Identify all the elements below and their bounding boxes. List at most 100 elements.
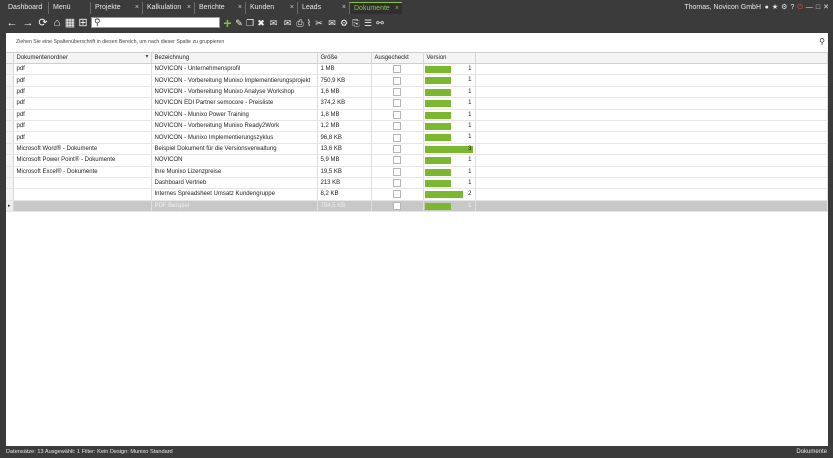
row-indicator[interactable]: ▸ bbox=[6, 200, 14, 213]
row-indicator[interactable] bbox=[6, 109, 14, 121]
table-row[interactable]: Dashboard Vertrieb 213 KB 1 bbox=[6, 177, 828, 190]
tab-berichte[interactable]: Berichte × bbox=[194, 2, 245, 14]
checked-out-checkbox[interactable] bbox=[393, 167, 401, 176]
column-header-checked-out[interactable]: Ausgecheckt bbox=[371, 52, 424, 64]
cut-icon[interactable]: ✂ bbox=[314, 16, 324, 30]
row-indicator[interactable] bbox=[6, 120, 14, 133]
column-header-size[interactable]: Größe bbox=[317, 52, 372, 64]
link-icon[interactable]: ⚯ bbox=[375, 16, 385, 30]
table-row[interactable]: pdf NOVICON - Unternehmensprofil 1 MB 1 bbox=[6, 63, 828, 76]
table-row[interactable]: pdf NOVICON - Munixo Implementierungszykl… bbox=[6, 131, 828, 144]
gear-icon[interactable]: ⚙ bbox=[781, 2, 787, 14]
checked-out-checkbox[interactable] bbox=[393, 156, 401, 165]
delete-icon[interactable]: ✖ bbox=[256, 16, 266, 30]
row-indicator[interactable] bbox=[6, 166, 14, 178]
table-row[interactable]: pdf NOVICON - Vorbereitung Munixo Impleme… bbox=[6, 74, 828, 87]
row-indicator[interactable] bbox=[6, 74, 14, 87]
checked-out-checkbox[interactable] bbox=[393, 190, 401, 199]
star-icon[interactable]: ★ bbox=[772, 2, 778, 14]
add-icon[interactable]: + bbox=[222, 16, 233, 30]
column-header-folder[interactable]: Dokumentenordner ▾ bbox=[13, 52, 152, 64]
search-box[interactable]: ⚲ bbox=[91, 17, 220, 28]
back-icon[interactable]: ← bbox=[5, 16, 19, 30]
power-icon[interactable]: ⏻ bbox=[797, 2, 803, 14]
table-row[interactable]: pdf NOVICON - Munixo Power Training 1,8 MB… bbox=[6, 109, 828, 121]
row-indicator[interactable] bbox=[6, 177, 14, 190]
column-label: Größe bbox=[320, 55, 338, 61]
calendar-icon[interactable]: ▦ bbox=[64, 16, 76, 30]
row-indicator[interactable] bbox=[6, 143, 14, 156]
search-input[interactable] bbox=[103, 18, 217, 27]
cell-size: 374,2 KB bbox=[317, 97, 372, 110]
checked-out-checkbox[interactable] bbox=[393, 99, 401, 108]
tab-projekte[interactable]: Projekte × bbox=[90, 2, 142, 14]
checked-out-checkbox[interactable] bbox=[393, 201, 401, 210]
tab-leads[interactable]: Leads × bbox=[297, 2, 349, 14]
close-window-icon[interactable]: ✕ bbox=[823, 2, 829, 14]
edit-icon[interactable]: ✎ bbox=[234, 16, 244, 30]
row-indicator[interactable] bbox=[6, 86, 14, 99]
checked-out-checkbox[interactable] bbox=[393, 179, 401, 188]
row-indicator[interactable] bbox=[6, 97, 14, 110]
export-icon[interactable]: ⎘ bbox=[351, 16, 361, 30]
tab-dashboard[interactable]: Dashboard bbox=[4, 2, 48, 14]
checked-out-checkbox[interactable] bbox=[393, 122, 401, 131]
group-by-hint[interactable]: Ziehen Sie eine Spaltenüberschrift in di… bbox=[16, 39, 224, 45]
row-indicator[interactable] bbox=[6, 154, 14, 167]
table-row[interactable]: pdf NOVICON - Vorbereitung Munixo Ready2W… bbox=[6, 120, 828, 133]
table-row[interactable]: pdf NOVICON EDI Partner semocore - Preisl… bbox=[6, 97, 828, 110]
version-number: 1 bbox=[468, 100, 472, 107]
tab-dokumente[interactable]: Dokumente × bbox=[349, 2, 402, 14]
forward-icon[interactable]: → bbox=[21, 16, 35, 30]
checked-out-checkbox[interactable] bbox=[393, 65, 401, 74]
row-indicator[interactable] bbox=[6, 63, 14, 76]
row-indicator[interactable] bbox=[6, 188, 14, 201]
version-number: 1 bbox=[468, 168, 472, 175]
print-icon[interactable]: ⎙ bbox=[296, 16, 304, 30]
cell-name: NOVICON - Unternehmensprofil bbox=[151, 63, 318, 76]
close-icon[interactable]: × bbox=[187, 2, 191, 14]
search-icon[interactable]: ⚲ bbox=[819, 37, 825, 46]
help-icon[interactable]: ? bbox=[790, 2, 794, 14]
user-icon[interactable]: ● bbox=[765, 2, 769, 14]
checked-out-checkbox[interactable] bbox=[393, 76, 401, 85]
refresh-icon[interactable]: ⟳ bbox=[37, 16, 49, 30]
row-indicator[interactable] bbox=[6, 131, 14, 144]
tab-kalkulation[interactable]: Kalkulation × bbox=[142, 2, 194, 14]
table-row[interactable]: Microsoft Word® - Dokumente Beispiel Doku… bbox=[6, 143, 828, 156]
close-icon[interactable]: × bbox=[135, 2, 139, 14]
scan-icon[interactable]: ⚙ bbox=[339, 16, 349, 30]
tab-kunden[interactable]: Kunden × bbox=[245, 2, 297, 14]
minimize-icon[interactable]: — bbox=[806, 2, 813, 14]
list-icon[interactable]: ☰ bbox=[363, 16, 373, 30]
tab-menu[interactable]: Menü bbox=[48, 2, 90, 14]
attach-icon[interactable]: ⌇ bbox=[305, 16, 313, 30]
home-icon[interactable]: ⌂ bbox=[51, 16, 63, 30]
filter-dropdown-icon[interactable]: ▾ bbox=[145, 54, 148, 60]
version-number: 1 bbox=[468, 77, 472, 84]
close-icon[interactable]: × bbox=[290, 2, 294, 14]
table-row[interactable]: pdf NOVICON - Vorbereitung Munixo Analyse… bbox=[6, 86, 828, 99]
copy-icon[interactable]: ❐ bbox=[245, 16, 255, 30]
column-header-name[interactable]: Bezeichnung bbox=[151, 52, 318, 64]
maximize-icon[interactable]: □ bbox=[816, 2, 820, 14]
mail-send-icon[interactable]: ✉ bbox=[282, 16, 293, 30]
close-icon[interactable]: × bbox=[238, 2, 242, 14]
mail-icon[interactable]: ✉ bbox=[268, 16, 279, 30]
table-row[interactable]: Microsoft Excel® - Dokumente Ihre Munixo … bbox=[6, 166, 828, 178]
checked-out-checkbox[interactable] bbox=[393, 133, 401, 142]
column-header-version[interactable]: Version bbox=[423, 52, 476, 64]
grid-view-icon[interactable]: ⊞ bbox=[77, 16, 89, 30]
cell-filler bbox=[475, 97, 828, 110]
table-row[interactable]: Microsoft Power Point® - Dokumente NOVICO… bbox=[6, 154, 828, 167]
checked-out-checkbox[interactable] bbox=[393, 87, 401, 96]
mail-open-icon[interactable]: ✉ bbox=[327, 16, 337, 30]
close-icon[interactable]: × bbox=[395, 3, 399, 15]
close-icon[interactable]: × bbox=[342, 2, 346, 14]
cell-filler bbox=[475, 120, 828, 133]
document-grid-panel: Ziehen Sie eine Spaltenüberschrift in di… bbox=[6, 33, 828, 446]
table-row[interactable]: Internes Spreadsheet Umsatz Kundengruppe… bbox=[6, 188, 828, 201]
table-row[interactable]: ▸ PDF Beispiel 784,5 KB 1 bbox=[6, 200, 828, 213]
checked-out-checkbox[interactable] bbox=[393, 144, 401, 153]
checked-out-checkbox[interactable] bbox=[393, 110, 401, 119]
